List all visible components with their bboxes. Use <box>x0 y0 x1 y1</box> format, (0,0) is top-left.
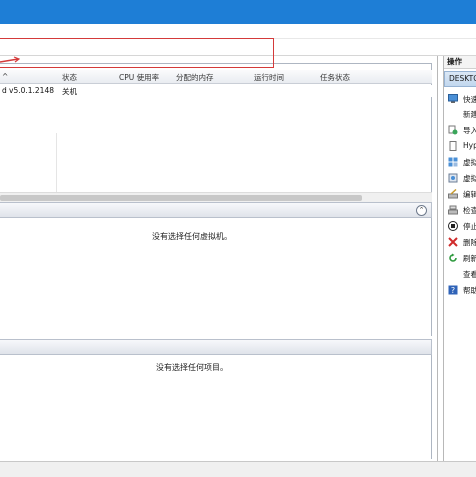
highlight-box <box>0 38 274 68</box>
action-label: 查看 <box>463 270 476 279</box>
vm-row[interactable]: d v5.0.1.2148 关机 <box>0 85 432 97</box>
action-import[interactable]: 导入 <box>444 122 476 138</box>
column-header-state[interactable]: 状态 <box>62 72 77 83</box>
annotation-arrow-icon <box>0 56 20 63</box>
edit-disk-icon <box>448 188 458 199</box>
refresh-icon <box>448 253 458 263</box>
vm-column-headers: ^ 状态 CPU 使用率 分配的内存 运行时间 任务状态 <box>0 70 432 84</box>
action-label: 检查 <box>463 206 476 215</box>
column-header-uptime[interactable]: 运行时间 <box>254 72 284 83</box>
center-pane: ^ 状态 CPU 使用率 分配的内存 运行时间 任务状态 d v5.0.1.21… <box>0 56 438 461</box>
svg-text:?: ? <box>451 286 455 295</box>
action-label: 停止 <box>463 222 476 231</box>
san-manager-icon <box>448 173 458 183</box>
vm-name: d <box>2 86 7 95</box>
action-label: 快速 <box>463 95 476 104</box>
inspect-disk-icon <box>448 205 458 215</box>
action-label: 导入 <box>463 126 476 135</box>
action-view[interactable]: 查看 <box>444 266 476 282</box>
import-icon <box>448 125 458 135</box>
details-empty-message: 没有选择任何项目。 <box>156 363 228 372</box>
snapshots-empty-message: 没有选择任何虚拟机。 <box>152 232 232 241</box>
sort-caret-icon[interactable]: ^ <box>2 72 8 81</box>
scrollbar-thumb[interactable] <box>0 195 362 201</box>
column-header-memory[interactable]: 分配的内存 <box>176 72 214 83</box>
actions-host-item[interactable]: DESKTO <box>444 71 476 87</box>
action-remove-server[interactable]: 删除 <box>444 234 476 250</box>
action-label: 虚拟 <box>463 158 476 167</box>
action-help[interactable]: ? 帮助 <box>444 282 476 298</box>
monitor-icon <box>448 94 458 104</box>
stop-icon <box>448 221 458 231</box>
menu-bar <box>0 24 476 39</box>
action-new[interactable]: 新建 <box>444 106 476 122</box>
actions-pane: 操作 DESKTO 快速 新建 导入 Hyp 虚拟 虚拟 编辑 检查 停止 删除 <box>443 56 476 461</box>
help-icon: ? <box>448 285 458 295</box>
vm-version: v5.0.1.2148 <box>9 86 54 95</box>
column-divider <box>56 133 57 193</box>
action-edit-disk[interactable]: 编辑 <box>444 186 476 202</box>
details-panel: 没有选择任何项目。 <box>0 355 432 459</box>
column-header-cpu[interactable]: CPU 使用率 <box>119 72 159 83</box>
action-hyperv-settings[interactable]: Hyp <box>444 138 476 154</box>
snapshots-panel: 没有选择任何虚拟机。 <box>0 218 432 336</box>
action-label: Hyp <box>463 141 476 150</box>
action-label: 新建 <box>463 110 476 119</box>
vm-state: 关机 <box>62 87 77 96</box>
action-virtual-san-manager[interactable]: 虚拟 <box>444 170 476 186</box>
action-label: 编辑 <box>463 190 476 199</box>
delete-icon <box>448 237 458 247</box>
page-icon <box>448 141 458 151</box>
action-quick-create[interactable]: 快速 <box>444 91 476 107</box>
action-label: 刷新 <box>463 254 476 263</box>
action-label: 删除 <box>463 238 476 247</box>
action-refresh[interactable]: 刷新 <box>444 250 476 266</box>
action-stop-service[interactable]: 停止 <box>444 218 476 234</box>
actions-title: 操作 <box>444 56 476 69</box>
action-virtual-switch-manager[interactable]: 虚拟 <box>444 154 476 170</box>
action-inspect-disk[interactable]: 检查 <box>444 202 476 218</box>
column-header-task-status[interactable]: 任务状态 <box>320 72 350 83</box>
action-label: 虚拟 <box>463 174 476 183</box>
virtual-machines-panel: ^ 状态 CPU 使用率 分配的内存 运行时间 任务状态 d v5.0.1.21… <box>0 63 432 202</box>
details-header <box>0 339 432 355</box>
status-bar <box>0 461 476 477</box>
snapshots-header: ⌃ <box>0 202 432 218</box>
switch-manager-icon <box>448 157 458 167</box>
action-label: 帮助 <box>463 286 476 295</box>
collapse-snapshots-button[interactable]: ⌃ <box>416 205 427 216</box>
horizontal-scrollbar[interactable] <box>0 192 432 202</box>
window-titlebar <box>0 0 476 24</box>
